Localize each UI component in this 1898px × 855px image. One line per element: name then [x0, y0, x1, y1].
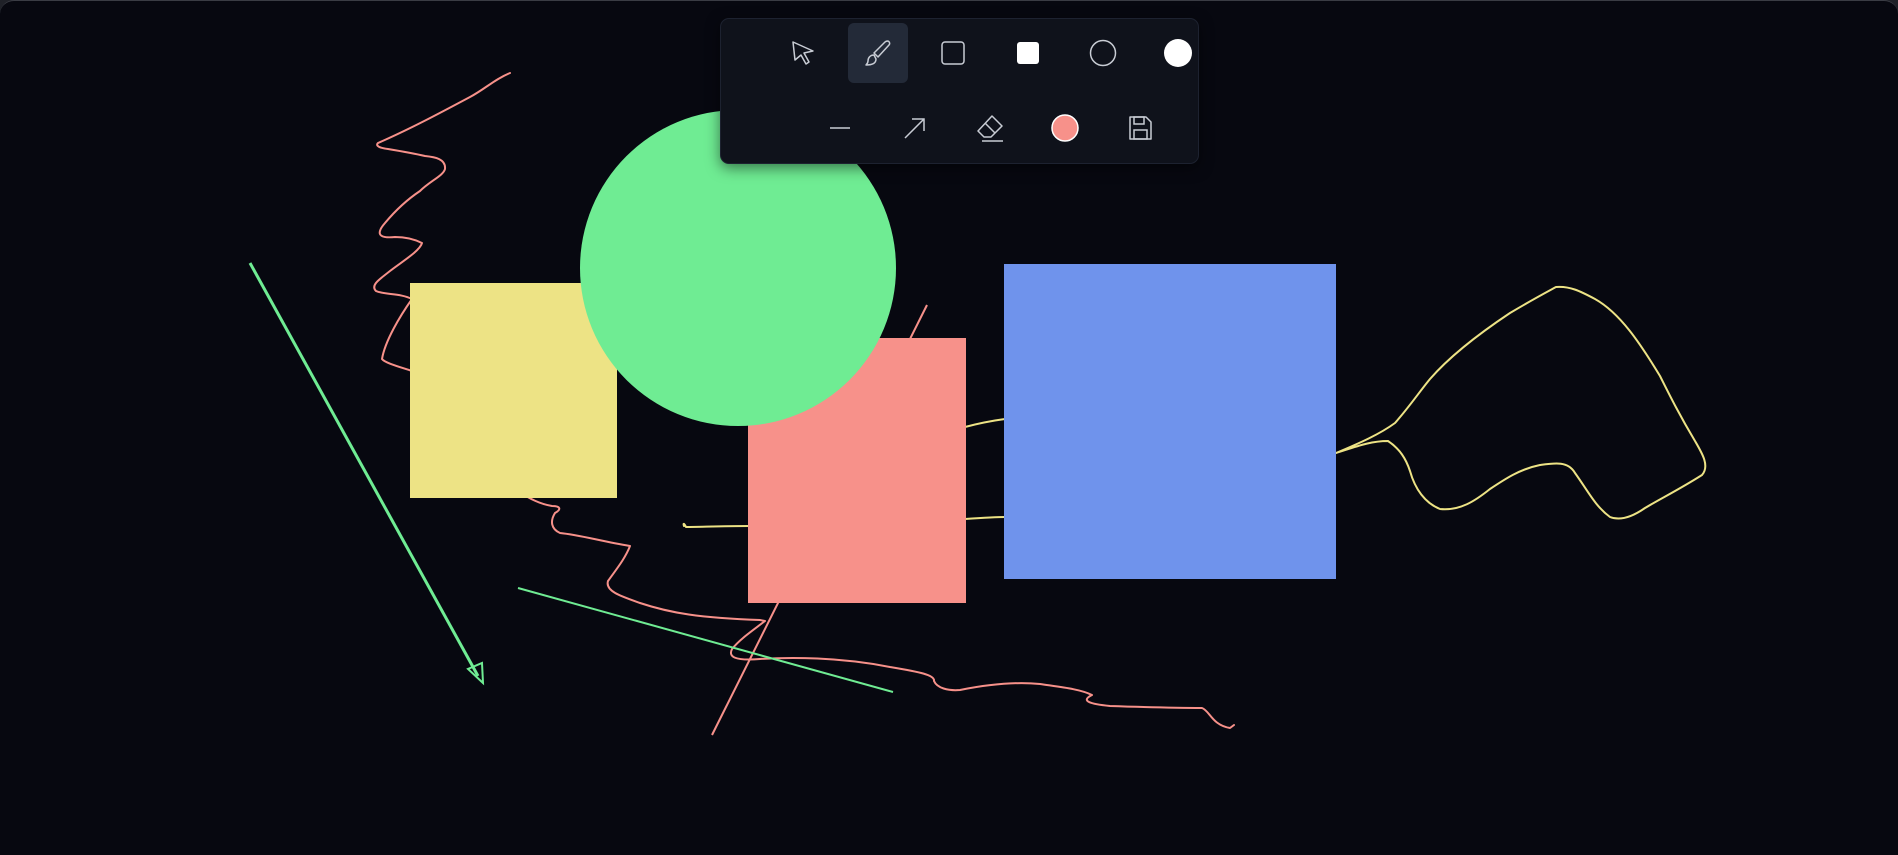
eraser-icon	[977, 115, 1003, 142]
save-floppy-icon	[1129, 116, 1152, 140]
rectangle-tool-button[interactable]	[923, 23, 983, 83]
filled-circle-tool-button[interactable]	[1148, 23, 1208, 83]
circle-filled-icon	[1164, 39, 1192, 67]
brush-tool-button[interactable]	[848, 23, 908, 83]
color-picker-button[interactable]	[1035, 98, 1095, 158]
drawing-canvas[interactable]	[0, 0, 1898, 855]
eraser-tool-button[interactable]	[960, 98, 1020, 158]
circle-outline-icon	[1089, 39, 1117, 67]
select-tool-button[interactable]	[773, 23, 833, 83]
cursor-arrow-icon	[792, 41, 814, 65]
green-line[interactable]	[517, 587, 894, 693]
rectangle-outline-icon	[941, 41, 965, 65]
yellow-rectangle[interactable]	[410, 283, 617, 498]
rectangle-filled-icon	[1017, 42, 1039, 64]
arrow-icon	[904, 118, 925, 139]
floating-toolbar	[720, 18, 1199, 164]
circle-tool-button[interactable]	[1073, 23, 1133, 83]
filled-rectangle-tool-button[interactable]	[998, 23, 1058, 83]
brush-icon	[865, 40, 891, 66]
save-button[interactable]	[1110, 98, 1170, 158]
line-tool-button[interactable]	[810, 98, 870, 158]
blue-rectangle[interactable]	[1004, 264, 1336, 579]
line-icon	[830, 127, 850, 129]
arrow-tool-button[interactable]	[885, 98, 945, 158]
color-swatch-icon	[1051, 114, 1079, 142]
